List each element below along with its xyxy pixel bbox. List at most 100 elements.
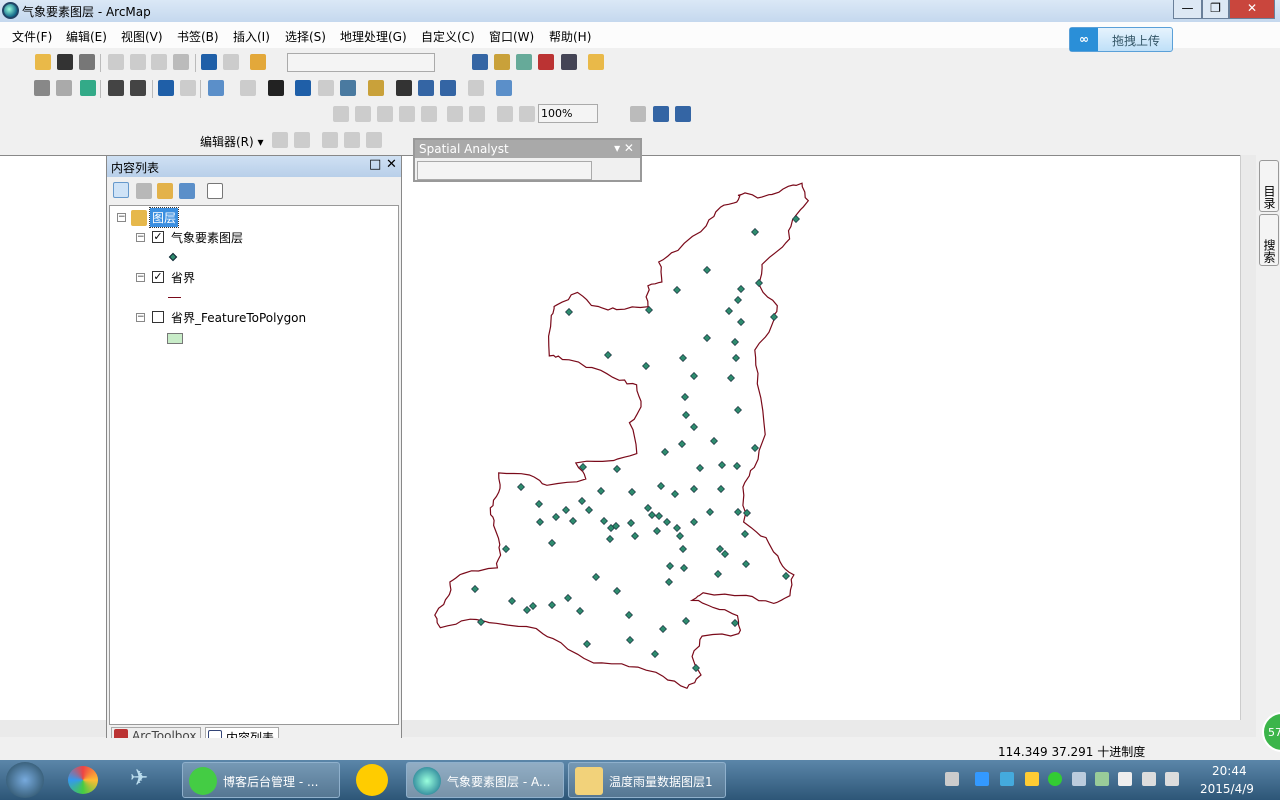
pinned-app-icon[interactable] (68, 766, 98, 794)
zoom-100-icon[interactable] (421, 106, 437, 122)
weather-station-point[interactable] (645, 306, 653, 314)
pinned-bird-icon[interactable]: ✈ (130, 766, 164, 794)
weather-station-point[interactable] (690, 423, 698, 431)
weather-station-point[interactable] (676, 532, 684, 540)
weather-station-point[interactable] (755, 279, 763, 287)
weather-station-point[interactable] (657, 482, 665, 490)
restore-button[interactable]: ❐ (1202, 0, 1229, 19)
fill-symbol-icon[interactable] (167, 333, 183, 344)
change-layout-icon[interactable] (653, 106, 669, 122)
fixed-zoom-out-layout-icon[interactable] (469, 106, 485, 122)
undo-icon[interactable] (201, 54, 217, 70)
weather-station-point[interactable] (631, 532, 639, 540)
collapse-icon[interactable]: − (136, 313, 145, 322)
weather-station-point[interactable] (592, 573, 600, 581)
print-icon[interactable] (79, 54, 95, 70)
measure-icon[interactable] (368, 80, 384, 96)
toc-window-icon[interactable] (472, 54, 488, 70)
toc-float-icon[interactable]: □ (369, 157, 381, 172)
layer-name[interactable]: 省界 (171, 269, 195, 286)
menu-4[interactable]: 插入(I) (233, 28, 270, 45)
weather-station-point[interactable] (680, 564, 688, 572)
menu-2[interactable]: 视图(V) (121, 28, 163, 45)
layer-name[interactable]: 省界_FeatureToPolygon (171, 309, 306, 326)
identify-icon[interactable] (295, 80, 311, 96)
weather-station-point[interactable] (770, 313, 778, 321)
weather-station-point[interactable] (725, 307, 733, 315)
list-by-visibility-icon[interactable] (157, 183, 173, 199)
weather-station-point[interactable] (585, 506, 593, 514)
weather-station-point[interactable] (625, 611, 633, 619)
weather-station-point[interactable] (671, 490, 679, 498)
edit-annotation-icon[interactable] (294, 132, 310, 148)
weather-station-point[interactable] (648, 511, 656, 519)
weather-station-point[interactable] (679, 354, 687, 362)
volume-icon[interactable] (1165, 772, 1179, 786)
fixed-zoom-in-layout-icon[interactable] (447, 106, 463, 122)
select-elements-icon[interactable] (268, 80, 284, 96)
weather-station-point[interactable] (721, 550, 729, 558)
new-document-icon[interactable] (14, 54, 30, 70)
weather-station-point[interactable] (737, 318, 745, 326)
layer-visibility-checkbox[interactable]: ✓ (152, 231, 164, 243)
weather-station-point[interactable] (562, 506, 570, 514)
taskbar-item-arcmap[interactable]: 气象要素图层 - A... (406, 762, 564, 798)
weather-station-point[interactable] (536, 518, 544, 526)
weather-station-point[interactable] (606, 535, 614, 543)
menu-3[interactable]: 书签(B) (177, 28, 219, 45)
usb-icon[interactable] (1095, 772, 1109, 786)
side-tab-search[interactable]: 搜索 (1259, 214, 1279, 266)
save-icon[interactable] (57, 54, 73, 70)
weather-station-point[interactable] (548, 539, 556, 547)
trace-icon[interactable] (366, 132, 382, 148)
layout-zoom-in-icon[interactable] (333, 106, 349, 122)
weather-station-point[interactable] (682, 617, 690, 625)
tray-app-icon[interactable] (975, 772, 989, 786)
catalog-window-icon[interactable] (494, 54, 510, 70)
weather-station-point[interactable] (613, 587, 621, 595)
clock-time[interactable]: 20:44 (1212, 764, 1247, 778)
weather-station-point[interactable] (508, 597, 516, 605)
menu-5[interactable]: 选择(S) (285, 28, 326, 45)
straight-segment-icon[interactable] (322, 132, 338, 148)
toggle-draft-icon[interactable] (607, 106, 623, 122)
keyboard-icon[interactable] (945, 772, 959, 786)
close-button[interactable]: ✕ (1229, 0, 1275, 19)
weather-station-point[interactable] (569, 517, 577, 525)
layer-visibility-checkbox[interactable] (152, 311, 164, 323)
weather-station-point[interactable] (678, 440, 686, 448)
weather-station-point[interactable] (717, 485, 725, 493)
data-driven-pages-icon[interactable] (675, 106, 691, 122)
weather-station-point[interactable] (651, 650, 659, 658)
html-popup-icon[interactable] (340, 80, 356, 96)
weather-station-point[interactable] (653, 527, 661, 535)
weather-station-point[interactable] (782, 572, 790, 580)
start-button[interactable] (6, 762, 44, 798)
weather-station-point[interactable] (666, 562, 674, 570)
weather-station-point[interactable] (523, 606, 531, 614)
weather-station-point[interactable] (696, 464, 704, 472)
magnifier-window-icon[interactable] (496, 80, 512, 96)
arctoolbox-icon[interactable] (538, 54, 554, 70)
redo-icon[interactable] (223, 54, 239, 70)
menu-7[interactable]: 自定义(C) (421, 28, 475, 45)
taskbar-item-blog[interactable]: 博客后台管理 - ... (182, 762, 340, 798)
map-horizontal-scrollbar[interactable] (402, 720, 1256, 737)
pan-icon[interactable] (56, 80, 72, 96)
weather-station-point[interactable] (471, 585, 479, 593)
weather-station-point[interactable] (673, 286, 681, 294)
search-window-icon[interactable] (516, 54, 532, 70)
zoom-percent-select[interactable]: 100% (538, 104, 598, 123)
power-icon[interactable] (1118, 772, 1132, 786)
menu-8[interactable]: 窗口(W) (489, 28, 534, 45)
weather-station-point[interactable] (626, 636, 634, 644)
minimize-button[interactable]: — (1173, 0, 1202, 19)
clock-date[interactable]: 2015/4/9 (1200, 782, 1254, 796)
edit-tool-icon[interactable] (272, 132, 288, 148)
weather-station-point[interactable] (576, 607, 584, 615)
forward-extent-icon[interactable] (180, 80, 196, 96)
view-mode-buttons[interactable] (0, 720, 106, 737)
pinned-app-icon[interactable] (356, 764, 388, 796)
weather-station-point[interactable] (552, 513, 560, 521)
weather-station-point[interactable] (673, 524, 681, 532)
